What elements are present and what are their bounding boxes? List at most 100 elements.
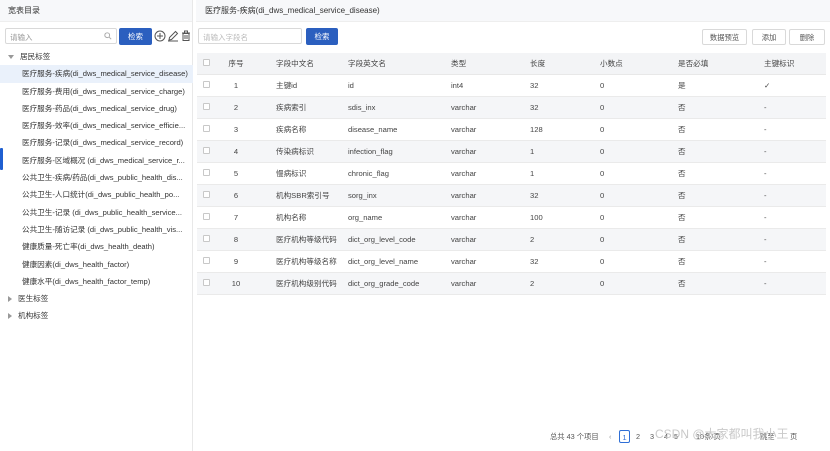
field-required: 是 [678,74,764,97]
field-table: 序号 字段中文名 字段英文名 类型 长度 小数点 是否必填 主键标识 1 主键id… [197,53,826,295]
catalog-search-input[interactable]: 请输入 [5,28,117,44]
field-length: 32 [530,250,600,273]
tree-group-resident[interactable]: 居民标签 [0,48,193,65]
table-row[interactable]: 6 机构SBR索引号 sorg_inx varchar 32 0 否 - [197,184,826,207]
row-checkbox[interactable] [197,96,220,119]
field-type: varchar [451,118,530,141]
row-checkbox[interactable] [197,118,220,141]
tree-item[interactable]: 公共卫生-随访记录 (di_dws_public_health_vis... [0,221,193,238]
field-search-input[interactable]: 请输入字段名 [198,28,302,44]
row-checkbox[interactable] [197,272,220,295]
field-search-button[interactable]: 检索 [306,28,338,45]
field-primary-key: - [764,250,826,273]
row-checkbox[interactable] [197,162,220,185]
table-row[interactable]: 1 主键id id int4 32 0 是 ✓ [197,74,826,97]
add-button[interactable]: 添加 [752,29,786,45]
row-checkbox[interactable] [197,74,220,97]
row-index: 2 [220,96,252,119]
field-decimal: 0 [600,184,678,207]
field-decimal: 0 [600,162,678,185]
table-row[interactable]: 4 传染病标识 infection_flag varchar 1 0 否 - [197,140,826,163]
row-index: 4 [220,140,252,163]
catalog-tree: 居民标签 医疗服务-疾病(di_dws_medical_service_dise… [0,48,193,325]
field-type: varchar [451,140,530,163]
field-primary-key: - [764,96,826,119]
tree-group-institution[interactable]: 机构标签 [0,307,193,324]
field-required: 否 [678,184,764,207]
field-cn-name-link[interactable]: 机构名称 [252,206,348,229]
field-en-name: org_name [348,206,451,229]
tree-item[interactable]: 医疗服务-区域概况 (di_dws_medical_service_r... [0,152,193,169]
select-all-checkbox[interactable] [197,53,220,75]
field-cn-name-link[interactable]: 医疗机构等级代码 [252,228,348,251]
row-index: 1 [220,74,252,97]
field-cn-name-link[interactable]: 传染病标识 [252,140,348,163]
tree-item[interactable]: 公共卫生-人口统计(di_dws_public_health_po... [0,186,193,203]
page-3-button[interactable]: 3 [650,430,654,444]
delete-icon[interactable] [180,30,192,42]
row-checkbox[interactable] [197,206,220,229]
field-en-name: disease_name [348,118,451,141]
field-cn-name-link[interactable]: 医疗机构等级名称 [252,250,348,273]
page-1-button[interactable]: 1 [619,430,630,443]
field-primary-key: - [764,272,826,295]
tree-item[interactable]: 医疗服务-记录(di_dws_medical_service_record) [0,134,193,151]
delete-button[interactable]: 删除 [789,29,825,45]
tree-item[interactable]: 公共卫生-记录 (di_dws_public_health_service... [0,204,193,221]
field-required: 否 [678,96,764,119]
col-header: 是否必填 [678,53,764,75]
table-row[interactable]: 10 医疗机构级别代码 dict_org_grade_code varchar 2 0 否 - [197,272,826,295]
catalog-search-button[interactable]: 检索 [119,28,152,45]
table-row[interactable]: 2 疾病索引 sdis_inx varchar 32 0 否 - [197,96,826,119]
field-primary-key: - [764,184,826,207]
table-row[interactable]: 3 疾病名称 disease_name varchar 128 0 否 - [197,118,826,141]
tree-item[interactable]: 健康质量-死亡率(di_dws_health_death) [0,238,193,255]
field-required: 否 [678,250,764,273]
page-2-button[interactable]: 2 [636,430,640,444]
caret-right-icon [8,296,12,303]
field-required: 否 [678,272,764,295]
table-row[interactable]: 8 医疗机构等级代码 dict_org_level_code varchar 2 0 否 - [197,228,826,251]
field-cn-name-link[interactable]: 慢病标识 [252,162,348,185]
data-preview-button[interactable]: 数据预览 [702,29,747,45]
field-cn-name-link[interactable]: 疾病索引 [252,96,348,119]
tree-item[interactable]: 公共卫生-疾病/药品(di_dws_public_health_dis... [0,169,193,186]
field-cn-name-link[interactable]: 机构SBR索引号 [252,184,348,207]
table-header-row: 序号 字段中文名 字段英文名 类型 长度 小数点 是否必填 主键标识 [197,53,826,75]
field-length: 1 [530,162,600,185]
row-index: 3 [220,118,252,141]
row-checkbox[interactable] [197,140,220,163]
table-row[interactable]: 5 慢病标识 chronic_flag varchar 1 0 否 - [197,162,826,185]
field-type: varchar [451,228,530,251]
tree-group-doctor[interactable]: 医生标签 [0,290,193,307]
field-decimal: 0 [600,228,678,251]
tree-item[interactable]: 医疗服务-疾病(di_dws_medical_service_disease) [0,65,193,83]
prev-page-icon[interactable]: ‹ [609,430,611,444]
tree-item[interactable]: 健康水平(di_dws_health_factor_temp) [0,273,193,290]
field-required: 否 [678,118,764,141]
row-checkbox[interactable] [197,228,220,251]
table-row[interactable]: 9 医疗机构等级名称 dict_org_level_name varchar 32 0 否 - [197,250,826,273]
tree-item[interactable]: 医疗服务-费用(di_dws_medical_service_charge) [0,83,193,100]
table-row[interactable]: 7 机构名称 org_name varchar 100 0 否 - [197,206,826,229]
tree-item[interactable]: 医疗服务-效率(di_dws_medical_service_efficie..… [0,117,193,134]
field-decimal: 0 [600,74,678,97]
field-en-name: sorg_inx [348,184,451,207]
field-en-name: chronic_flag [348,162,451,185]
field-length: 32 [530,74,600,97]
tree-item[interactable]: 医疗服务-药品(di_dws_medical_service_drug) [0,100,193,117]
total-count: 总共 43 个项目 [550,432,599,441]
row-checkbox[interactable] [197,184,220,207]
tree-item[interactable]: 健康因素(di_dws_health_factor) [0,256,193,273]
field-cn-name-link[interactable]: 医疗机构级别代码 [252,272,348,295]
add-circle-icon[interactable] [154,30,166,42]
field-en-name: sdis_inx [348,96,451,119]
row-checkbox[interactable] [197,250,220,273]
page-unit-label: 页 [790,432,798,441]
field-type: varchar [451,206,530,229]
edit-icon[interactable] [167,30,179,42]
field-cn-name-link[interactable]: 疾病名称 [252,118,348,141]
catalog-search-placeholder: 请输入 [10,33,33,42]
caret-down-icon [8,55,14,59]
field-cn-name-link[interactable]: 主键id [252,74,348,97]
